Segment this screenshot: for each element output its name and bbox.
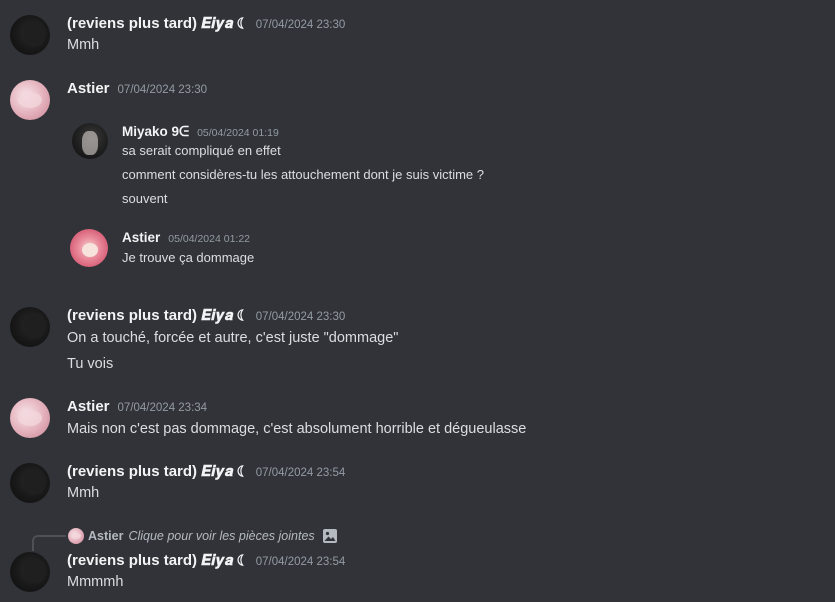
message-text: Tu vois [67, 356, 114, 372]
message: (reviens plus tard) 𝑬𝒊𝒚𝒂 ☾ 07/04/2024 23… [0, 450, 835, 520]
avatar[interactable] [10, 80, 50, 120]
message: Astier 07/04/2024 23:34 Mais non c'est p… [0, 385, 835, 450]
message-text: Mmmmh [67, 574, 124, 590]
timestamp: 05/04/2024 01:22 [168, 233, 251, 245]
reply-reference[interactable]: Astier Clique pour voir les pièces joint… [68, 528, 338, 544]
avatar[interactable] [10, 552, 50, 592]
avatar[interactable] [10, 307, 50, 347]
avatar[interactable] [10, 15, 50, 55]
author-name[interactable]: Astier [67, 398, 110, 415]
message-text: Mmh [67, 485, 100, 501]
image-icon [322, 528, 338, 544]
author-name[interactable]: (reviens plus tard) 𝑬𝒊𝒚𝒂 ☾ [67, 463, 248, 480]
timestamp: 07/04/2024 23:30 [255, 19, 346, 31]
author-name[interactable]: (reviens plus tard) 𝑬𝒊𝒚𝒂 ☾ [67, 307, 248, 324]
message: (reviens plus tard) 𝑬𝒊𝒚𝒂 ☾ 07/04/2024 23… [0, 295, 835, 385]
message-text: On a touché, forcée et autre, c'est just… [67, 330, 399, 346]
author-name: Astier [122, 230, 161, 245]
author-name: Miyako 9ᕮ [122, 124, 190, 139]
author-name[interactable]: (reviens plus tard) 𝑬𝒊𝒚𝒂 ☾ [67, 15, 248, 32]
timestamp: 07/04/2024 23:34 [117, 402, 208, 414]
reply-text[interactable]: Clique pour voir les pièces jointes [128, 529, 314, 543]
avatar[interactable] [10, 398, 50, 438]
timestamp: 07/04/2024 23:30 [117, 84, 208, 96]
timestamp: 07/04/2024 23:30 [255, 311, 346, 323]
avatar [68, 528, 84, 544]
message-text: Je trouve ça dommage [122, 250, 255, 265]
message: (reviens plus tard) 𝑬𝒊𝒚𝒂 ☾ 07/04/2024 23… [0, 545, 835, 602]
reply-author[interactable]: Astier [88, 529, 123, 543]
message: (reviens plus tard) 𝑬𝒊𝒚𝒂 ☾ 07/04/2024 23… [0, 0, 835, 70]
avatar[interactable] [10, 463, 50, 503]
message-text: souvent [122, 191, 168, 206]
timestamp: 07/04/2024 23:54 [255, 556, 346, 568]
timestamp: 05/04/2024 01:19 [197, 127, 279, 139]
avatar [70, 229, 108, 267]
message-text: sa serait compliqué en effet [122, 143, 281, 158]
image-attachment[interactable]: Miyako 9ᕮ 05/04/2024 01:19 sa serait com… [64, 112, 534, 282]
timestamp: 07/04/2024 23:54 [255, 467, 346, 479]
author-name[interactable]: (reviens plus tard) 𝑬𝒊𝒚𝒂 ☾ [67, 552, 248, 569]
message-text: Mmh [67, 37, 100, 53]
avatar [72, 123, 108, 159]
message-text: comment considères-tu les attouchement d… [122, 167, 485, 182]
message-text: Mais non c'est pas dommage, c'est absolu… [67, 421, 527, 437]
author-name[interactable]: Astier [67, 80, 110, 97]
